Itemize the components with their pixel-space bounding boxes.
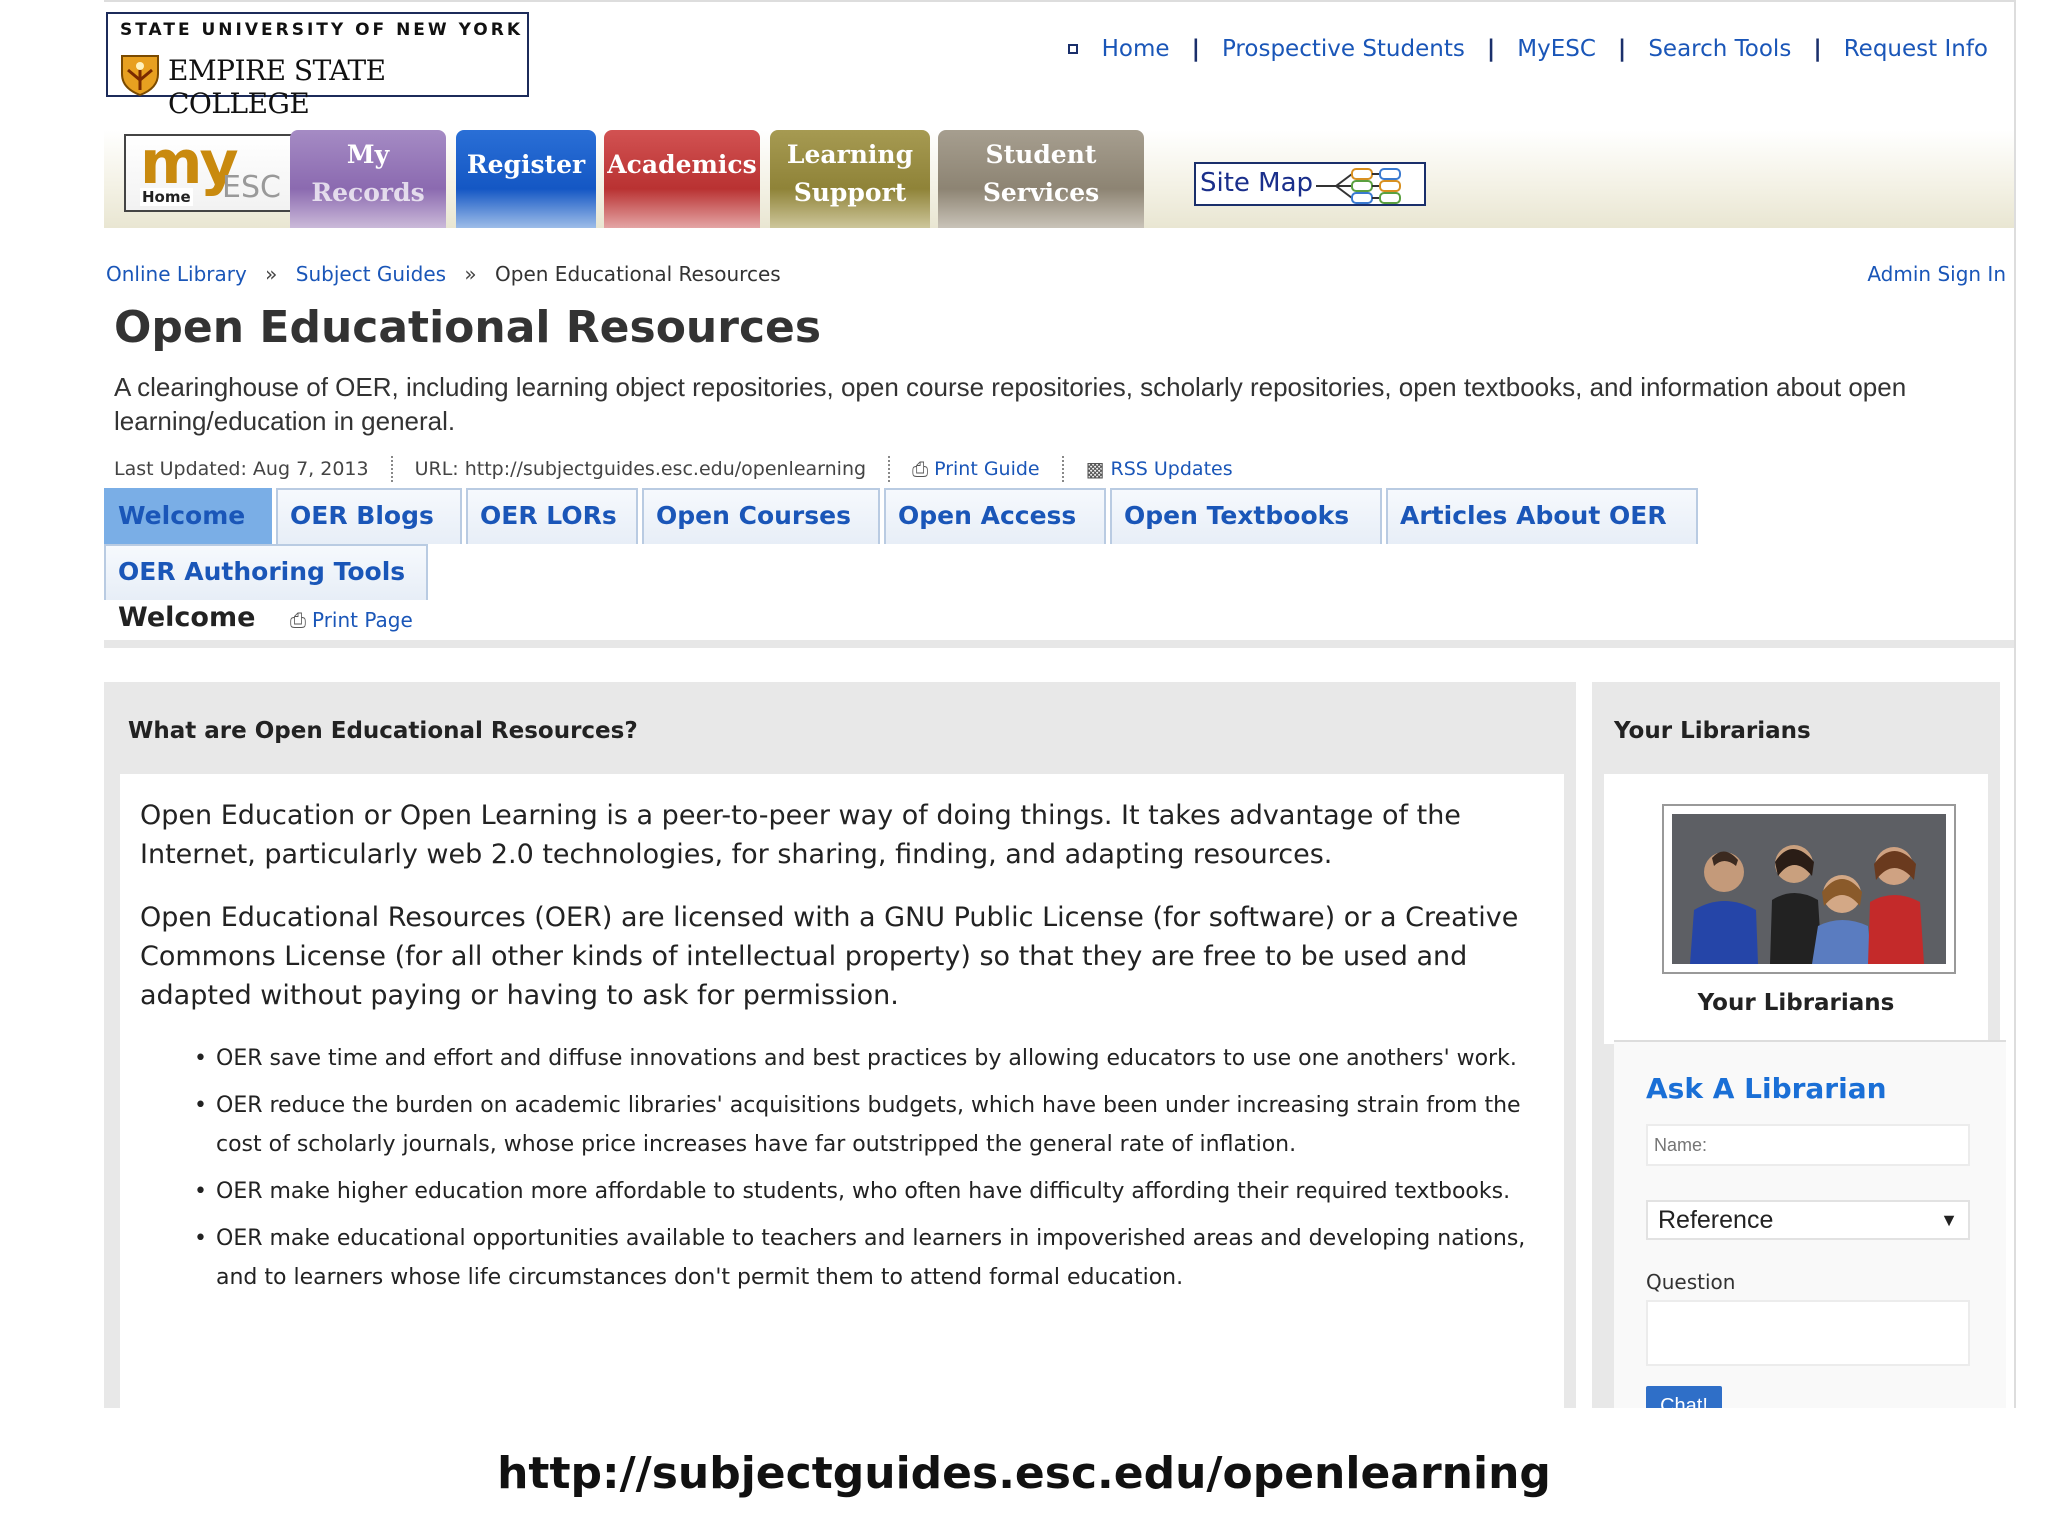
tab-my-records-line2: Records [311, 178, 425, 207]
myesc-home-label: Home [140, 188, 193, 206]
sitemap-tree-icon [1316, 168, 1401, 204]
tab-open-textbooks[interactable]: Open Textbooks [1110, 488, 1382, 544]
tab-oer-authoring-tools[interactable]: OER Authoring Tools [104, 544, 428, 600]
breadcrumb-separator: » [464, 262, 477, 286]
main-content-panel: What are Open Educational Resources? Ope… [104, 682, 1576, 1408]
tab-learning-support[interactable]: Learning Support [770, 130, 930, 228]
nav-request-info-link[interactable]: Request Info [1844, 36, 1988, 62]
tab-articles-about-oer[interactable]: Articles About OER [1386, 488, 1698, 544]
tab-learning-line1: Learning [786, 140, 914, 169]
content-box: Open Education or Open Learning is a pee… [120, 774, 1564, 1408]
department-select[interactable]: Reference ▼ [1646, 1200, 1970, 1240]
section-heading: What are Open Educational Resources? [128, 718, 638, 744]
print-guide-link[interactable]: Print Guide [934, 458, 1040, 480]
ask-a-librarian-widget: Ask A Librarian Reference ▼ Question Cha… [1614, 1040, 2006, 1408]
tab-register[interactable]: Register [456, 130, 596, 228]
librarian-photo[interactable] [1662, 804, 1956, 974]
tab-oer-lors[interactable]: OER LORs [466, 488, 638, 544]
nav-myesc-link[interactable]: MyESC [1517, 36, 1596, 62]
current-page-title: Welcome [118, 602, 256, 633]
name-input[interactable] [1646, 1124, 1970, 1166]
print-page-link[interactable]: ⎙ Print Page [290, 608, 413, 632]
rss-icon: ▩ [1085, 457, 1105, 481]
question-label: Question [1646, 1270, 1736, 1294]
tab-academics[interactable]: Academics [604, 130, 760, 228]
nav-search-tools-link[interactable]: Search Tools [1648, 36, 1791, 62]
tab-learning-line2: Support [793, 178, 907, 207]
paragraph-2: Open Educational Resources (OER) are lic… [140, 902, 1519, 1011]
last-updated: Last Updated: Aug 7, 2013 [114, 458, 369, 480]
breadcrumb-subject-guides[interactable]: Subject Guides [296, 262, 446, 286]
breadcrumb: Online Library » Subject Guides » Open E… [106, 262, 781, 286]
librarians-sidebar: Your Librarians Your Librarians Ask A Li… [1592, 682, 2006, 1408]
guide-url: URL: http://subjectguides.esc.edu/openle… [414, 458, 867, 480]
tab-student-services[interactable]: Student Services [938, 130, 1144, 228]
nav-prospective-students-link[interactable]: Prospective Students [1222, 36, 1465, 62]
browser-screenshot: STATE UNIVERSITY OF NEW YORK EMPIRE STAT… [104, 0, 2016, 1408]
admin-sign-in-link[interactable]: Admin Sign In [1867, 262, 2006, 286]
esc-logo[interactable]: STATE UNIVERSITY OF NEW YORK EMPIRE STAT… [106, 12, 529, 120]
slide-caption-url: http://subjectguides.esc.edu/openlearnin… [497, 1448, 1551, 1499]
list-item: OER make higher education more affordabl… [194, 1172, 1544, 1211]
top-navigation: Home | Prospective Students | MyESC | Se… [1067, 36, 1988, 62]
tab-open-courses[interactable]: Open Courses [642, 488, 880, 544]
nav-separator: | [1813, 36, 1822, 62]
photo-caption: Your Librarians [1697, 990, 1895, 1016]
librarian-photo-box: Your Librarians [1604, 774, 1988, 1044]
ask-librarian-heading: Ask A Librarian [1646, 1072, 1887, 1105]
rss-updates-link[interactable]: RSS Updates [1111, 458, 1233, 480]
list-item: OER save time and effort and diffuse inn… [194, 1039, 1544, 1078]
tab-my-records[interactable]: My Records [290, 130, 446, 228]
print-page-label: Print Page [312, 608, 413, 632]
meta-divider [888, 456, 891, 482]
sidebar-heading: Your Librarians [1614, 718, 1811, 744]
guide-meta-bar: Last Updated: Aug 7, 2013 URL: http://su… [114, 456, 1233, 482]
benefits-list: OER save time and effort and diffuse inn… [140, 1039, 1544, 1297]
breadcrumb-current: Open Educational Resources [495, 262, 781, 286]
paragraph-1: Open Education or Open Learning is a pee… [140, 800, 1461, 870]
printer-icon: ⎙ [290, 608, 306, 632]
meta-divider [1061, 456, 1064, 482]
breadcrumb-separator: » [265, 262, 278, 286]
site-map-label: Site Map [1200, 168, 1314, 198]
page-title: Open Educational Resources [114, 302, 822, 353]
meta-divider [390, 456, 393, 482]
tab-student-line2: Services [982, 178, 1100, 207]
chat-button[interactable]: Chat! [1646, 1386, 1722, 1408]
nav-separator: | [1617, 36, 1627, 62]
printer-icon: ⎙ [912, 457, 929, 481]
librarians-group-photo [1672, 814, 1946, 964]
dropdown-arrow-icon: ▼ [1940, 1210, 1958, 1230]
logo-esc-text: EMPIRE STATE COLLEGE [168, 54, 386, 120]
tab-my-records-line1: My [346, 140, 390, 169]
page-description: A clearinghouse of OER, including learni… [114, 372, 1907, 436]
tab-student-line1: Student [985, 140, 1097, 169]
tab-open-access[interactable]: Open Access [884, 488, 1106, 544]
myesc-logo-esc: ESC [222, 170, 281, 205]
myesc-home-tab[interactable]: my ESC Home [124, 128, 296, 212]
tab-welcome[interactable]: Welcome [104, 488, 272, 544]
list-item: OER make educational opportunities avail… [194, 1219, 1544, 1297]
department-select-value: Reference [1658, 1206, 1774, 1234]
site-map-button[interactable]: Site Map [1194, 162, 1426, 206]
nav-separator: | [1486, 36, 1496, 62]
breadcrumb-online-library[interactable]: Online Library [106, 262, 247, 286]
nav-home-link[interactable]: Home [1102, 36, 1170, 62]
square-bullet-icon [1067, 44, 1078, 54]
list-item: OER reduce the burden on academic librar… [194, 1086, 1544, 1164]
page-subbar: Welcome ⎙ Print Page [104, 600, 2014, 648]
question-input[interactable] [1646, 1300, 1970, 1366]
nav-separator: | [1191, 36, 1200, 62]
shield-icon [121, 55, 159, 96]
tab-oer-blogs[interactable]: OER Blogs [276, 488, 462, 544]
logo-suny-text: STATE UNIVERSITY OF NEW YORK [120, 20, 524, 40]
